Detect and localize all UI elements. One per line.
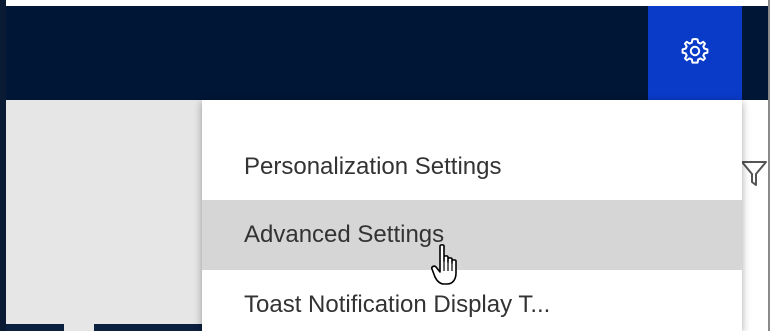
settings-dropdown-menu: Personalization Settings Advanced Settin… [202,100,742,331]
menu-item-advanced-settings[interactable]: Advanced Settings [202,200,742,270]
bottom-bar [94,324,202,331]
hand-pointer-icon [431,243,465,287]
left-panel [6,100,202,331]
menu-item-label: Advanced Settings [244,221,445,248]
menu-item-label: Toast Notification Display T... [244,291,551,318]
filter-icon[interactable] [740,158,768,188]
settings-button[interactable] [648,6,742,100]
bottom-bar [6,324,64,331]
gear-icon [679,35,711,72]
menu-item-label: Personalization Settings [244,153,502,180]
app-screen: Personalization Settings Advanced Settin… [0,0,770,331]
menu-item-toast-notification-display[interactable]: Toast Notification Display T... [202,270,742,331]
menu-item-personalization-settings[interactable]: Personalization Settings [202,132,742,202]
